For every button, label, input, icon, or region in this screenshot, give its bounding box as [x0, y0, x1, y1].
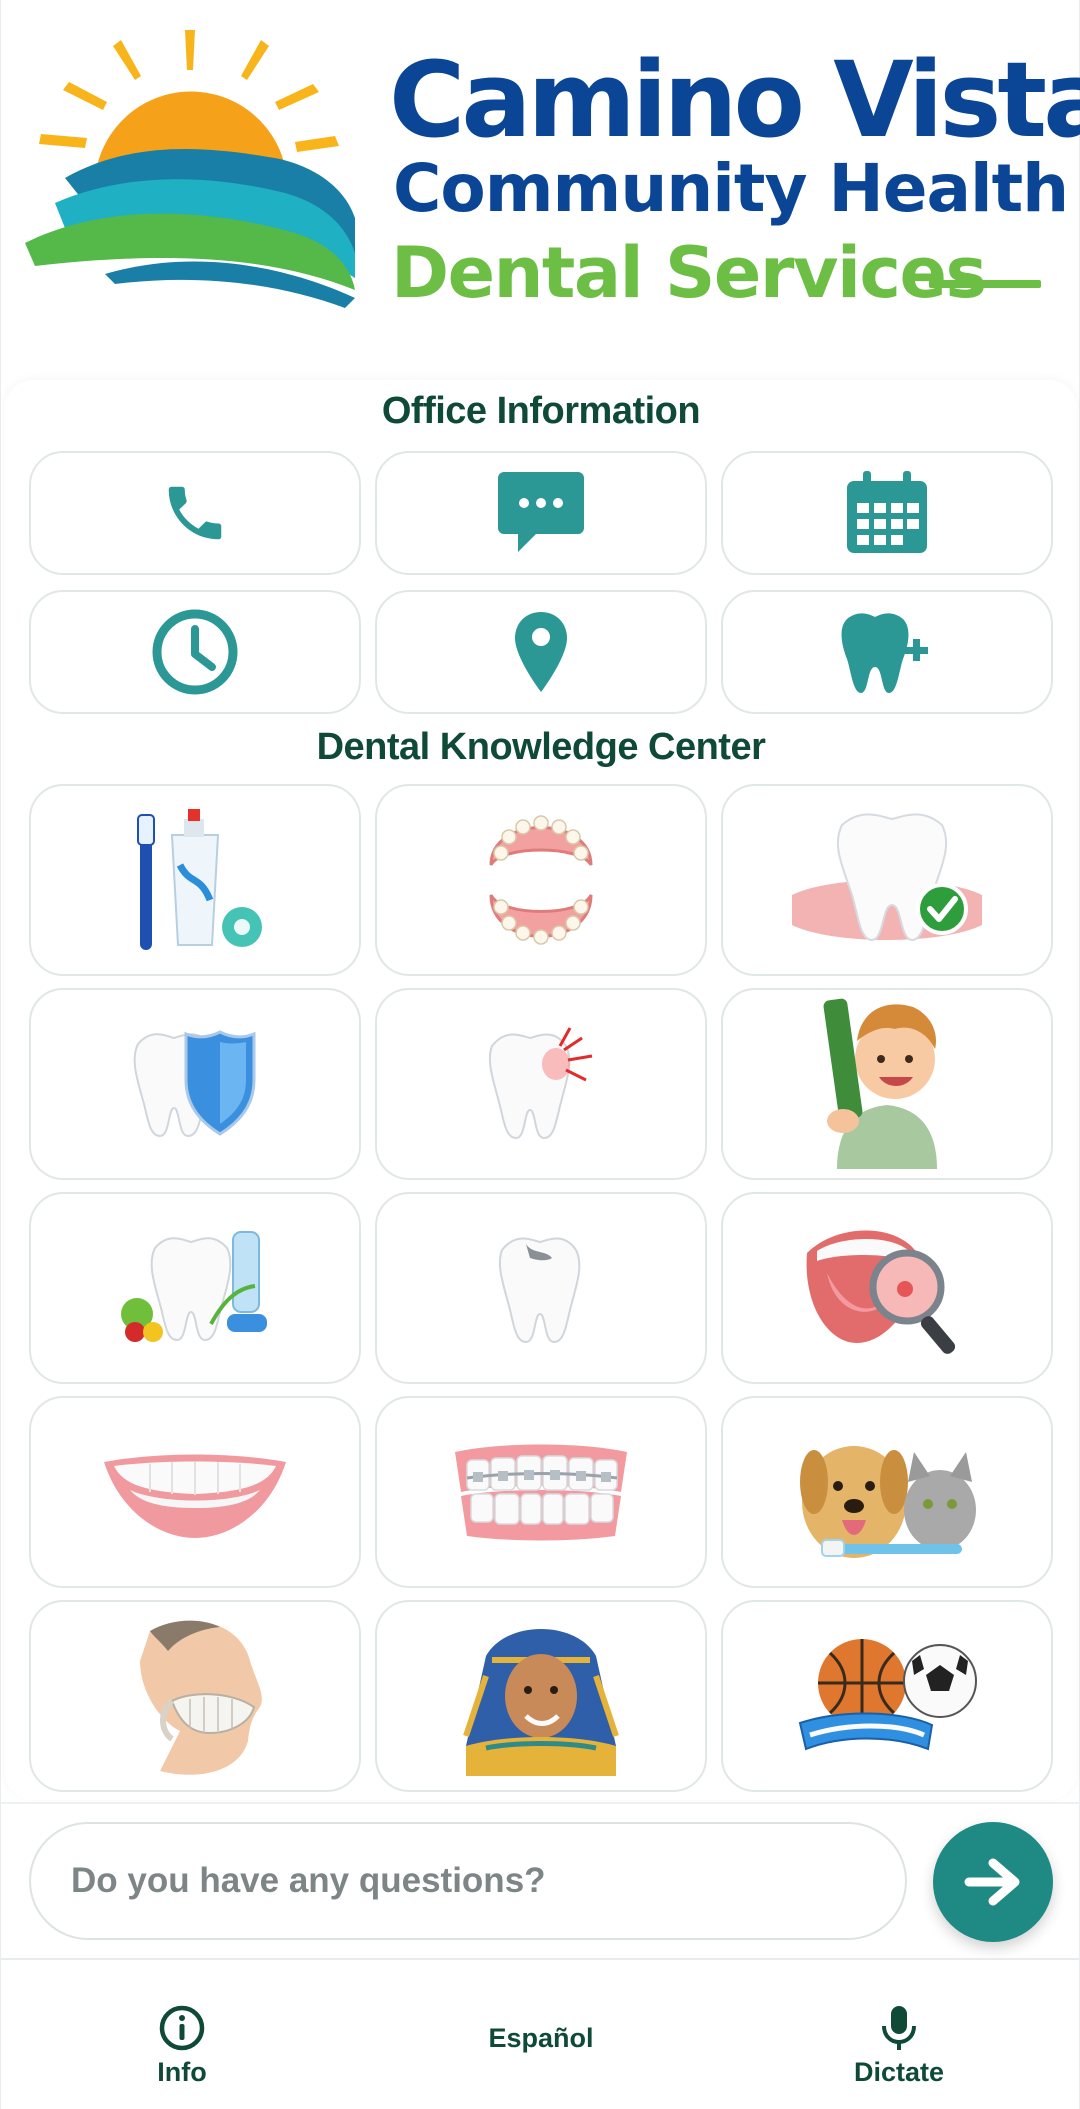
- knowledge-tile-oral-cancer-screening[interactable]: [721, 1192, 1053, 1384]
- office-tile-location[interactable]: [375, 590, 707, 714]
- tooth-plus-icon: [841, 613, 928, 693]
- pet-dental-icon: [800, 1446, 976, 1558]
- arrow-right-icon: [964, 1858, 1020, 1906]
- clock-icon: [152, 609, 238, 695]
- chat-bubble-icon: [498, 472, 584, 552]
- tooth-nutrition-icon: [121, 1231, 267, 1342]
- question-input[interactable]: [29, 1822, 907, 1940]
- pharaoh-icon: [463, 1629, 619, 1776]
- sports-mouthguard-icon: [798, 1639, 977, 1751]
- jaw-profile-icon: [140, 1620, 262, 1775]
- knowledge-tile-pet-dental[interactable]: [721, 1396, 1053, 1588]
- app-screen: Camino Vista Community Health Dental Ser…: [0, 0, 1080, 2109]
- office-tile-calendar[interactable]: [721, 451, 1053, 575]
- knowledge-tile-gum-health[interactable]: [721, 784, 1053, 976]
- knowledge-tile-jaw-tmj[interactable]: [29, 1600, 361, 1792]
- location-pin-icon: [515, 612, 567, 692]
- office-tile-hours[interactable]: [29, 590, 361, 714]
- phone-icon: [168, 486, 222, 540]
- brand-name-line2: Community Health: [393, 150, 1069, 227]
- nav-divider: [1, 1958, 1080, 1960]
- knowledge-center-title: Dental Knowledge Center: [316, 726, 766, 768]
- knowledge-tile-cavities[interactable]: [375, 1192, 707, 1384]
- tooth-pain-icon: [488, 1027, 593, 1140]
- toothbrush-toothpaste-floss-icon: [137, 809, 262, 950]
- knowledge-tile-nutrition[interactable]: [29, 1192, 361, 1384]
- nav-info[interactable]: Info: [82, 1988, 282, 2088]
- knowledge-tile-sports-mouthguard[interactable]: [721, 1600, 1053, 1792]
- brand-name-line3: Dental Services: [391, 232, 987, 314]
- nav-language-label: Español: [488, 2022, 594, 2053]
- calendar-icon: [847, 471, 927, 553]
- child-with-toothbrush-icon: [823, 998, 937, 1169]
- mouth-magnifier-icon: [806, 1230, 956, 1354]
- knowledge-tile-cosmetic-smile[interactable]: [29, 1396, 361, 1588]
- knowledge-tile-oral-hygiene[interactable]: [29, 784, 361, 976]
- office-tile-dental-services[interactable]: [721, 590, 1053, 714]
- tooth-shield-icon: [133, 1030, 256, 1138]
- tooth-cavity-icon: [498, 1237, 581, 1344]
- chat-divider: [1, 1802, 1080, 1804]
- nav-language-toggle[interactable]: Español: [441, 1988, 641, 2088]
- nav-dictate-label: Dictate: [853, 2057, 945, 2087]
- brand-name-line1: Camino Vista: [389, 39, 1080, 161]
- sun-wave-logo-icon: [25, 30, 355, 308]
- dental-arches-icon: [489, 815, 593, 945]
- office-tile-message[interactable]: [375, 451, 707, 575]
- knowledge-tile-dental-history[interactable]: [375, 1600, 707, 1792]
- knowledge-tile-kids-dental[interactable]: [721, 988, 1053, 1180]
- healthy-tooth-checkmark-icon: [792, 813, 982, 942]
- brand-accent-line: [929, 280, 1041, 288]
- knowledge-tile-orthodontics[interactable]: [375, 1396, 707, 1588]
- white-smile-icon: [104, 1454, 286, 1538]
- info-icon: [159, 2005, 205, 2051]
- knowledge-tile-tooth-anatomy[interactable]: [375, 784, 707, 976]
- microphone-icon: [882, 2006, 916, 2050]
- knowledge-tile-prevention[interactable]: [29, 988, 361, 1180]
- office-tile-phone[interactable]: [29, 451, 361, 575]
- nav-dictate[interactable]: Dictate: [799, 1988, 999, 2088]
- send-button[interactable]: [933, 1822, 1053, 1942]
- office-info-title: Office Information: [381, 390, 701, 432]
- nav-info-label: Info: [157, 2057, 207, 2087]
- braces-icon: [455, 1444, 627, 1541]
- knowledge-tile-toothache[interactable]: [375, 988, 707, 1180]
- header-logo: Camino Vista Community Health Dental Ser…: [1, 0, 1080, 370]
